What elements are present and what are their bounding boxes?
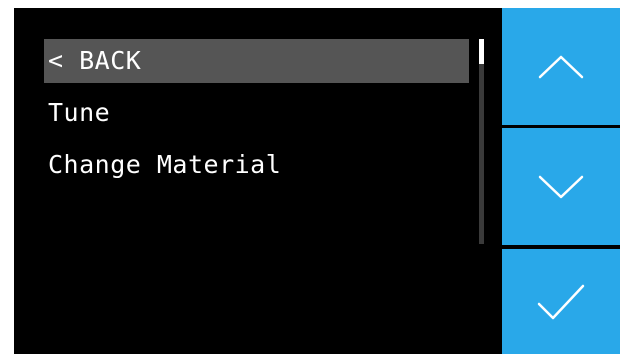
confirm-button[interactable] xyxy=(502,249,620,354)
menu-item-tune[interactable]: Tune xyxy=(44,91,469,135)
menu-item-change-material[interactable]: Change Material xyxy=(44,143,469,187)
menu-item-back[interactable]: < BACK xyxy=(44,39,469,83)
scrollbar-thumb[interactable] xyxy=(479,39,484,64)
scroll-up-button[interactable] xyxy=(502,8,620,125)
scrollbar[interactable] xyxy=(479,39,484,244)
chevron-up-icon xyxy=(538,55,584,78)
chevron-down-icon xyxy=(538,175,584,198)
printer-display: < BACK Tune Change Material xyxy=(14,8,620,354)
checkmark-icon xyxy=(537,284,585,319)
scroll-down-button[interactable] xyxy=(502,128,620,245)
menu-list: < BACK Tune Change Material xyxy=(44,39,469,195)
